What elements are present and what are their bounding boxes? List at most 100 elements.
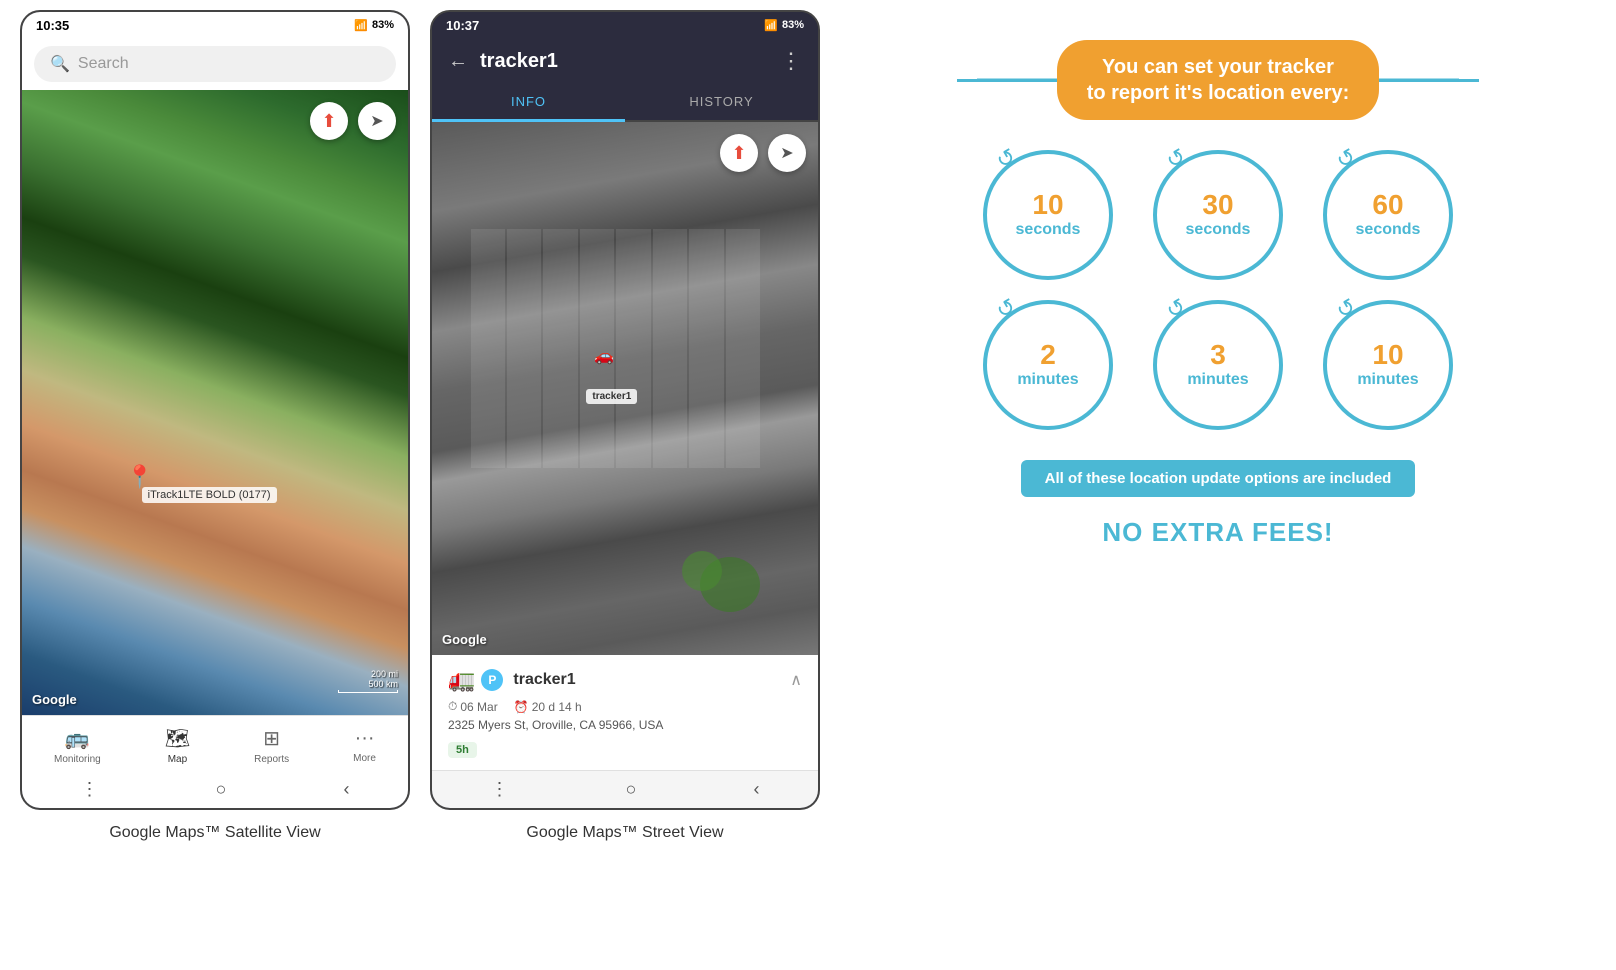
phone1-caption: Google Maps™ Satellite View [109, 824, 320, 842]
system-nav-1: ⋮ ○ ‹ [22, 771, 408, 808]
circle-4-number: 2 [1040, 341, 1056, 369]
nav-more[interactable]: ··· More [343, 725, 386, 766]
circle-3-number: 60 [1372, 191, 1403, 219]
date-info: ⏱ 06 Mar [448, 699, 498, 714]
street-map-bg: 🚗 tracker1 ⬆ ➤ Google [432, 122, 818, 655]
scale-line [338, 690, 398, 693]
phone1-time: 10:35 [36, 18, 69, 33]
tab-info[interactable]: INFO [432, 84, 625, 122]
system-nav-2: ⋮ ○ ‹ [432, 770, 818, 808]
phone2-time: 10:37 [446, 18, 479, 33]
banner-text: You can set your trackerto report it's l… [1087, 54, 1350, 106]
satellite-map-bg: ⬆ ➤ 📍 iTrack1LTE BOLD (0177) Google 200 … [22, 90, 408, 715]
circle-5-unit: minutes [1187, 371, 1248, 389]
compass-icon-2: ⬆ [731, 143, 746, 164]
no-fees-text: NO EXTRA FEES! [1102, 517, 1333, 548]
nav-reports-label: Reports [254, 754, 289, 765]
circle-2-minutes: ↺ 2 minutes [983, 300, 1113, 430]
street-tracker-label: tracker1 [586, 389, 637, 404]
circle-4-unit: minutes [1017, 371, 1078, 389]
tracker-meta: ⏱ 06 Mar ⏰ 20 d 14 h [448, 699, 802, 714]
phone2-status-bar: 10:37 📶 83% [432, 12, 818, 38]
nav-map[interactable]: 🗺 Map [155, 724, 200, 767]
phone1-wrapper: 10:35 📶 83% 🔍 Search ⬆ [20, 10, 410, 842]
time-icon: ⏰ [514, 700, 529, 714]
app-header: ← tracker1 ⋮ [432, 38, 818, 84]
tab-history[interactable]: HISTORY [625, 84, 818, 120]
phone2-status-icons: 📶 83% [764, 19, 804, 32]
compass-button-2[interactable]: ⬆ [720, 134, 758, 172]
sys-home-icon-2[interactable]: ○ [626, 779, 637, 800]
compass-button[interactable]: ⬆ [310, 102, 348, 140]
google-watermark-2: Google [442, 632, 487, 647]
notice-banner-text: All of these location update options are… [1045, 470, 1392, 487]
phone1-status-bar: 10:35 📶 83% [22, 12, 408, 38]
map-icon: 🗺 [165, 726, 190, 751]
tracker-header: 🚛 P tracker1 ∧ [448, 667, 802, 693]
circle-3-unit: seconds [1356, 221, 1421, 239]
wifi-icon: 📶 [354, 19, 368, 32]
circle-10-seconds: ↺ 10 seconds [983, 150, 1113, 280]
circle-2-number: 30 [1202, 191, 1233, 219]
circle-1-unit: seconds [1016, 221, 1081, 239]
compass-icon: ⬆ [321, 111, 336, 132]
monitoring-icon: 🚌 [65, 726, 90, 751]
tracker-label: iTrack1LTE BOLD (0177) [142, 487, 277, 503]
circle-3-minutes: ↺ 3 minutes [1153, 300, 1283, 430]
location-button[interactable]: ➤ [358, 102, 396, 140]
sys-menu-icon[interactable]: ⋮ [81, 779, 99, 800]
circle-6-number: 10 [1372, 341, 1403, 369]
circle-arrow-4: ↺ [992, 293, 1021, 325]
nav-more-label: More [353, 753, 376, 764]
circle-1-number: 10 [1032, 191, 1063, 219]
back-button[interactable]: ← [448, 50, 468, 73]
phone1-status-icons: 📶 83% [354, 19, 394, 32]
circle-5-number: 3 [1210, 341, 1226, 369]
circle-2-unit: seconds [1186, 221, 1251, 239]
circle-5-container: ↺ 3 minutes [1148, 300, 1288, 430]
circles-grid: ↺ 10 seconds ↺ 30 seconds ↺ 60 seconds [978, 150, 1458, 430]
more-icon: ··· [355, 727, 375, 750]
nav-monitoring-label: Monitoring [54, 754, 101, 765]
more-button[interactable]: ⋮ [780, 48, 802, 74]
circle-1-container: ↺ 10 seconds [978, 150, 1118, 280]
sys-home-icon[interactable]: ○ [216, 779, 227, 800]
search-placeholder: Search [78, 55, 129, 73]
scale-km: 500 km [368, 679, 398, 689]
app-title: tracker1 [480, 50, 768, 73]
search-bar[interactable]: 🔍 Search [34, 46, 396, 82]
battery-icon-2: 83% [782, 19, 804, 31]
phone1-map[interactable]: ⬆ ➤ 📍 iTrack1LTE BOLD (0177) Google 200 … [22, 90, 408, 715]
sys-back-icon-2[interactable]: ‹ [753, 779, 759, 800]
location-button-2[interactable]: ➤ [768, 134, 806, 172]
search-bar-container: 🔍 Search [22, 38, 408, 90]
notice-banner: All of these location update options are… [1021, 460, 1416, 497]
circle-arrow-2: ↺ [1162, 143, 1191, 175]
nav-monitoring[interactable]: 🚌 Monitoring [44, 724, 111, 767]
tracker-address: 2325 Myers St, Oroville, CA 95966, USA [448, 718, 802, 732]
battery-icon: 83% [372, 19, 394, 31]
sys-back-icon[interactable]: ‹ [343, 779, 349, 800]
tree-patch-2 [682, 551, 722, 591]
tracker-name-row: 🚛 P tracker1 [448, 667, 576, 693]
circle-arrow-3: ↺ [1332, 143, 1361, 175]
nav-map-label: Map [168, 754, 187, 765]
circle-60-seconds: ↺ 60 seconds [1323, 150, 1453, 280]
sys-menu-icon-2[interactable]: ⋮ [491, 779, 509, 800]
nav-reports[interactable]: ⊞ Reports [244, 724, 299, 767]
scale-mi: 200 mi [371, 669, 398, 679]
phone1-screen: 10:35 📶 83% 🔍 Search ⬆ [20, 10, 410, 810]
phone2-map[interactable]: 🚗 tracker1 ⬆ ➤ Google [432, 122, 818, 655]
circle-6-container: ↺ 10 minutes [1318, 300, 1458, 430]
circle-6-unit: minutes [1357, 371, 1418, 389]
time-badge: 5h [448, 742, 477, 758]
clock-icon: ⏱ [448, 699, 457, 714]
google-watermark-1: Google [32, 692, 77, 707]
scale-bar: 200 mi 500 km [338, 669, 398, 693]
circle-arrow-1: ↺ [992, 143, 1021, 175]
reports-icon: ⊞ [263, 726, 280, 751]
street-map-pin[interactable]: 🚗 [594, 346, 614, 366]
phone2-screen: 10:37 📶 83% ← tracker1 ⋮ INFO HISTORY [430, 10, 820, 810]
circle-30-seconds: ↺ 30 seconds [1153, 150, 1283, 280]
phone2-caption: Google Maps™ Street View [526, 824, 723, 842]
